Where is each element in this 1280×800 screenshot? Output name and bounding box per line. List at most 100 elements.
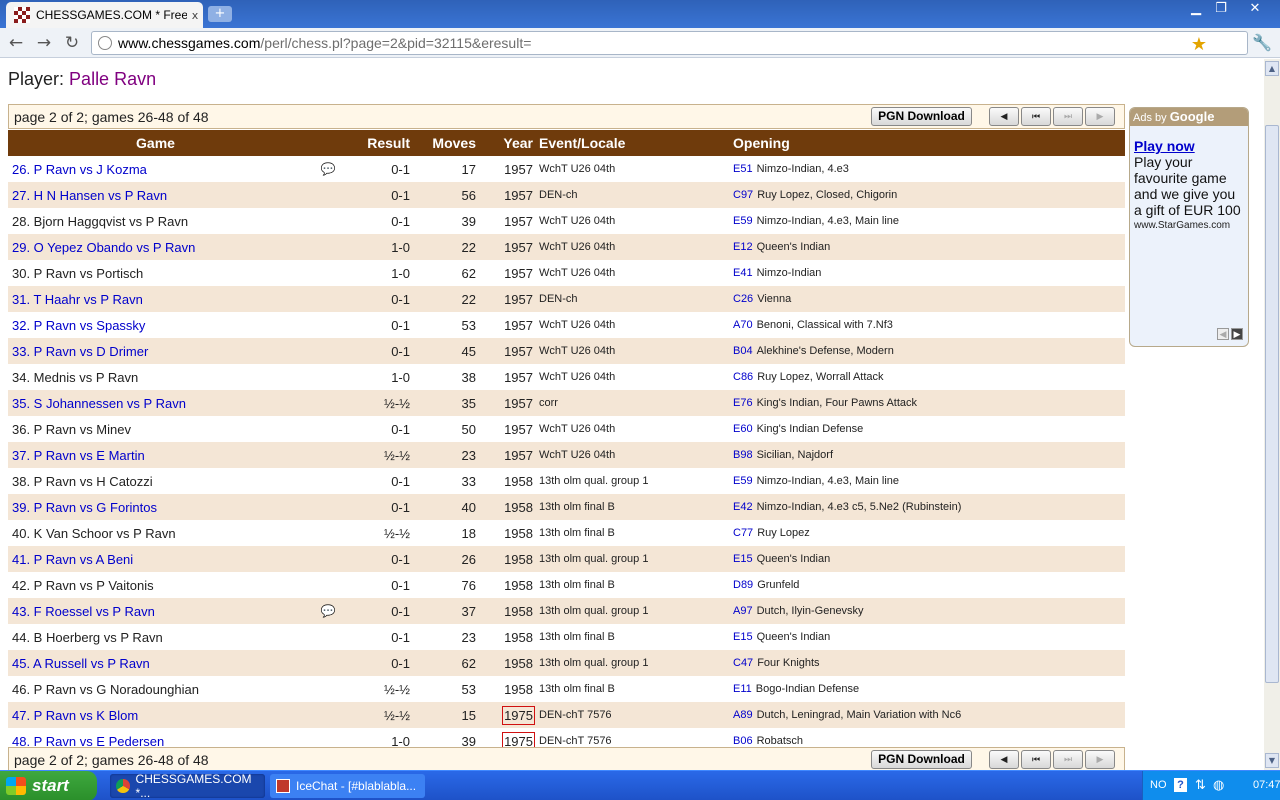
first-page-button[interactable]: ⏮ [1021, 107, 1051, 126]
tab-close-icon[interactable]: x [187, 9, 203, 22]
minimize-button[interactable]: ▁ [1183, 0, 1209, 18]
game-link[interactable]: 34. Mednis vs P Ravn [12, 370, 138, 385]
ad-prev-icon[interactable]: ◀ [1217, 328, 1229, 340]
eco-code-link[interactable]: B04 [733, 345, 753, 357]
last-page-button-bottom[interactable]: ⏭ [1053, 750, 1083, 769]
language-indicator[interactable]: NO [1150, 779, 1167, 791]
eco-code-link[interactable]: C86 [733, 371, 753, 383]
game-cell: 38. P Ravn vs H Catozzi [8, 468, 303, 494]
kibitz-icon[interactable]: 💬 [303, 156, 353, 182]
game-link[interactable]: 44. B Hoerberg vs P Ravn [12, 630, 163, 645]
pgn-download-button-bottom[interactable]: PGN Download [871, 750, 972, 769]
eco-code-link[interactable]: C97 [733, 189, 753, 201]
prev-page-button[interactable]: ◀ [989, 107, 1019, 126]
taskbar-item-icechat[interactable]: IceChat - [#blablabla... [270, 774, 425, 798]
eco-code-link[interactable]: E76 [733, 397, 753, 409]
scroll-up-icon[interactable]: ▲ [1265, 61, 1279, 76]
last-page-button[interactable]: ⏭ [1053, 107, 1083, 126]
vertical-scrollbar[interactable]: ▲ ▼ [1264, 59, 1280, 770]
taskbar-item-chrome[interactable]: CHESSGAMES.COM *... [110, 772, 265, 800]
game-link[interactable]: 35. S Johannessen vs P Ravn [12, 396, 186, 411]
address-bar[interactable]: www.chessgames.com/perl/chess.pl?page=2&… [91, 31, 1248, 55]
game-link[interactable]: 40. K Van Schoor vs P Ravn [12, 526, 176, 541]
game-cell: 33. P Ravn vs D Drimer [8, 338, 303, 364]
game-link[interactable]: 39. P Ravn vs G Forintos [12, 500, 157, 515]
eco-code-link[interactable]: B98 [733, 449, 753, 461]
eco-code-link[interactable]: A89 [733, 709, 753, 721]
eco-code-link[interactable]: C47 [733, 657, 753, 669]
scroll-down-icon[interactable]: ▼ [1265, 753, 1279, 768]
eco-code-link[interactable]: B06 [733, 735, 753, 747]
col-opening[interactable]: Opening [733, 130, 1125, 156]
eco-code-link[interactable]: C26 [733, 293, 753, 305]
ad-header[interactable]: Ads by Google [1130, 108, 1248, 126]
first-page-button-bottom[interactable]: ⏮ [1021, 750, 1051, 769]
table-row: 46. P Ravn vs G Noradounghian ½-½ 53 1958 13… [8, 676, 1125, 702]
game-link[interactable]: 31. T Haahr vs P Ravn [12, 292, 143, 307]
back-icon[interactable]: ← [4, 32, 28, 54]
col-game[interactable]: Game [8, 130, 303, 156]
start-button[interactable]: start [0, 771, 97, 800]
game-link[interactable]: 42. P Ravn vs P Vaitonis [12, 578, 154, 593]
forward-icon[interactable]: → [32, 32, 56, 54]
eco-code-link[interactable]: E12 [733, 241, 753, 253]
game-link[interactable]: 46. P Ravn vs G Noradounghian [12, 682, 199, 697]
game-link[interactable]: 33. P Ravn vs D Drimer [12, 344, 148, 359]
game-link[interactable]: 43. F Roessel vs P Ravn [12, 604, 155, 619]
next-page-button[interactable]: ▶ [1085, 107, 1115, 126]
eco-code-link[interactable]: E15 [733, 553, 753, 565]
eco-code-link[interactable]: A70 [733, 319, 753, 331]
eco-code-link[interactable]: E59 [733, 215, 753, 227]
game-link[interactable]: 27. H N Hansen vs P Ravn [12, 188, 167, 203]
reload-icon[interactable]: ↻ [60, 32, 84, 54]
wrench-menu-icon[interactable]: 🔧 [1252, 33, 1272, 52]
moves-cell: 50 [461, 421, 476, 437]
ad-title-link[interactable]: Play now [1134, 138, 1248, 154]
game-link[interactable]: 45. A Russell vs P Ravn [12, 656, 150, 671]
game-link[interactable]: 37. P Ravn vs E Martin [12, 448, 145, 463]
bookmark-star-icon[interactable]: ★ [1191, 36, 1207, 54]
eco-code-link[interactable]: E59 [733, 475, 753, 487]
ad-text[interactable]: Play your favourite game and we give you… [1134, 154, 1246, 218]
ad-next-icon[interactable]: ▶ [1231, 328, 1243, 340]
game-link[interactable]: 41. P Ravn vs A Beni [12, 552, 133, 567]
col-result[interactable]: Result [353, 130, 416, 156]
ad-url[interactable]: www.StarGames.com [1134, 220, 1248, 231]
volume-icon[interactable]: ◍ [1213, 777, 1224, 793]
tab-chessgames[interactable]: CHESSGAMES.COM * Free ... x [6, 2, 203, 28]
game-link[interactable]: 26. P Ravn vs J Kozma [12, 162, 147, 177]
eco-code-link[interactable]: E15 [733, 631, 753, 643]
eco-code-link[interactable]: D89 [733, 579, 753, 591]
help-icon[interactable]: ? [1174, 778, 1187, 792]
game-link[interactable]: 36. P Ravn vs Minev [12, 422, 131, 437]
game-link[interactable]: 47. P Ravn vs K Blom [12, 708, 138, 723]
game-link[interactable]: 29. O Yepez Obando vs P Ravn [12, 240, 195, 255]
opening-name: Benoni, Classical with 7.Nf3 [756, 319, 893, 331]
pgn-download-button[interactable]: PGN Download [871, 107, 972, 126]
kibitz-icon[interactable]: 💬 [303, 598, 353, 624]
prev-page-button-bottom[interactable]: ◀ [989, 750, 1019, 769]
close-window-button[interactable]: ✕ [1242, 0, 1268, 18]
eco-code-link[interactable]: E60 [733, 423, 753, 435]
eco-code-link[interactable]: A97 [733, 605, 753, 617]
eco-code-link[interactable]: E11 [733, 683, 752, 695]
scroll-thumb[interactable] [1265, 125, 1279, 683]
col-year[interactable]: Year [482, 130, 537, 156]
col-event[interactable]: Event/Locale [537, 130, 733, 156]
eco-code-link[interactable]: E51 [733, 163, 753, 175]
game-link[interactable]: 30. P Ravn vs Portisch [12, 266, 143, 281]
col-moves[interactable]: Moves [416, 130, 482, 156]
game-link[interactable]: 32. P Ravn vs Spassky [12, 318, 145, 333]
page-info-icon[interactable] [98, 36, 112, 50]
next-page-button-bottom[interactable]: ▶ [1085, 750, 1115, 769]
maximize-button[interactable]: ❐ [1208, 0, 1234, 18]
eco-code-link[interactable]: E42 [733, 501, 753, 513]
clock[interactable]: 07:47 [1253, 779, 1280, 791]
eco-code-link[interactable]: C77 [733, 527, 753, 539]
network-icon[interactable]: ⇅ [1195, 777, 1206, 793]
eco-code-link[interactable]: E41 [733, 267, 753, 279]
page-info-top: page 2 of 2; games 26-48 of 48 [14, 108, 209, 125]
game-link[interactable]: 28. Bjorn Haggqvist vs P Ravn [12, 214, 188, 229]
new-tab-button[interactable]: + [208, 6, 232, 22]
game-link[interactable]: 38. P Ravn vs H Catozzi [12, 474, 153, 489]
